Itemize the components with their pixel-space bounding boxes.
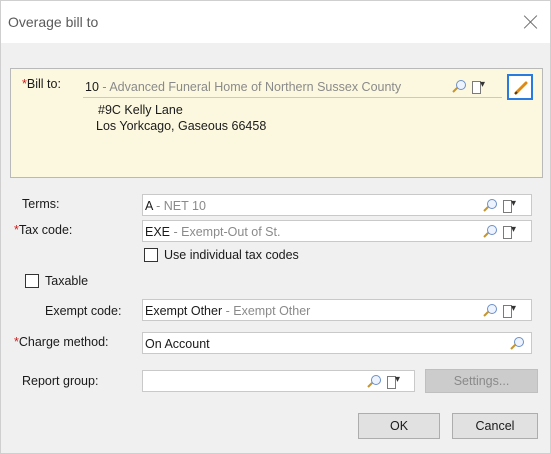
- report-group-field[interactable]: [142, 370, 415, 392]
- tax-code-desc: Exempt-Out of St.: [181, 225, 281, 239]
- edit-button[interactable]: [507, 74, 533, 100]
- bill-to-address-line1: #9C Kelly Lane: [98, 103, 183, 117]
- search-icon[interactable]: [483, 304, 497, 318]
- search-icon[interactable]: [483, 199, 497, 213]
- search-icon[interactable]: [452, 80, 466, 94]
- title-bar: Overage bill to: [1, 1, 550, 43]
- exempt-code-field[interactable]: Exempt Other - Exempt Other: [142, 299, 532, 321]
- terms-label: Terms:: [22, 197, 60, 211]
- overage-bill-to-dialog: Overage bill to *Bill to: 10 - Advanced …: [0, 0, 551, 454]
- search-icon[interactable]: [510, 337, 524, 351]
- window-title: Overage bill to: [8, 14, 99, 30]
- use-individual-tax-codes-label: Use individual tax codes: [164, 248, 299, 262]
- terms-field[interactable]: A - NET 10: [142, 194, 532, 216]
- notes-dropdown-icon[interactable]: [501, 198, 516, 213]
- notes-dropdown-icon[interactable]: [470, 79, 485, 94]
- tax-code-label: *Tax code:: [14, 223, 73, 237]
- exempt-code-code: Exempt Other: [145, 304, 223, 318]
- pencil-icon: [514, 81, 528, 95]
- exempt-code-label: Exempt code:: [45, 304, 122, 318]
- ok-button[interactable]: OK: [358, 413, 440, 439]
- notes-dropdown-icon[interactable]: [501, 224, 516, 239]
- charge-method-label: *Charge method:: [14, 335, 109, 349]
- charge-method-value: On Account: [145, 337, 210, 351]
- use-individual-tax-codes-checkbox[interactable]: [144, 248, 158, 262]
- tax-code-code: EXE: [145, 225, 171, 239]
- tax-code-field[interactable]: EXE - Exempt-Out of St.: [142, 220, 532, 242]
- bill-to-label: *Bill to:: [22, 77, 61, 91]
- search-icon[interactable]: [367, 375, 381, 389]
- report-group-label: Report group:: [22, 374, 99, 388]
- taxable-checkbox[interactable]: [25, 274, 39, 288]
- bill-to-address-line2: Los Yorkcago, Gaseous 66458: [96, 119, 267, 133]
- notes-dropdown-icon[interactable]: [501, 303, 516, 318]
- notes-dropdown-icon[interactable]: [385, 374, 400, 389]
- bill-to-field[interactable]: 10 - Advanced Funeral Home of Northern S…: [83, 76, 502, 98]
- bill-to-code: 10: [85, 80, 99, 94]
- charge-method-field[interactable]: On Account: [142, 332, 532, 354]
- search-icon[interactable]: [483, 225, 497, 239]
- close-icon[interactable]: [522, 13, 540, 31]
- cancel-button[interactable]: Cancel: [452, 413, 538, 439]
- terms-code: A: [145, 199, 153, 213]
- terms-desc: NET 10: [163, 199, 206, 213]
- settings-button[interactable]: Settings...: [425, 369, 538, 393]
- exempt-code-desc: Exempt Other: [233, 304, 311, 318]
- taxable-label: Taxable: [45, 274, 89, 288]
- bill-to-name: Advanced Funeral Home of Northern Sussex…: [109, 80, 402, 94]
